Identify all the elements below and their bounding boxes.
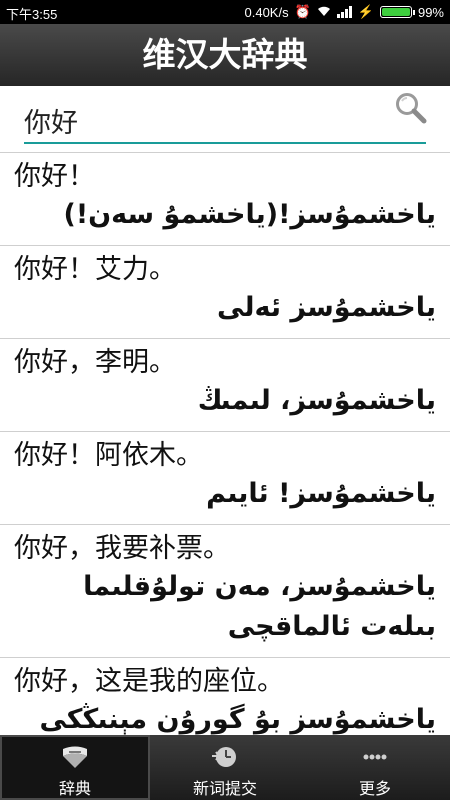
charging-icon: ⚡ xyxy=(357,4,374,19)
app-header: 维汉大辞典 xyxy=(0,24,450,86)
wifi-icon xyxy=(317,5,331,20)
signal-icon xyxy=(336,6,352,18)
status-time: 下午3:55 xyxy=(6,7,58,22)
search-bar xyxy=(0,86,450,152)
list-item[interactable]: 你好！艾力。 ياخشمۇسز ئەلى xyxy=(0,246,450,339)
battery-icon xyxy=(379,6,415,18)
status-bar: 下午3:55 0.40K/s ⏰ ⚡ 99% xyxy=(0,0,450,24)
list-item[interactable]: 你好！ ياخشمۇسز!(ياخشمۇ سەن!) xyxy=(0,153,450,246)
entry-uyghur: ياخشمۇسز ئەلى xyxy=(217,292,436,323)
tab-dictionary[interactable]: 辞典 xyxy=(0,735,150,800)
battery-fill xyxy=(381,8,410,16)
submit-icon xyxy=(210,744,240,774)
tab-label: 辞典 xyxy=(58,779,91,798)
dictionary-icon xyxy=(60,744,90,774)
entry-uyghur: ياخشمۇسز، لىمىڭ xyxy=(197,385,436,416)
entry-uyghur: ياخشمۇسز! ئايىم xyxy=(206,478,436,509)
entry-uyghur: ياخشمۇسز، مەن تولۇقلىما بىلەت ئالماقچى xyxy=(83,571,436,642)
entry-chinese: 你好，这是我的座位。 xyxy=(14,666,284,697)
alarm-icon: ⏰ xyxy=(294,4,311,19)
entry-chinese: 你好！艾力。 xyxy=(14,254,176,285)
entry-chinese: 你好！ xyxy=(14,161,95,192)
battery-percent: 99% xyxy=(417,4,444,20)
list-item[interactable]: 你好，我要补票。 ياخشمۇسز، مەن تولۇقلىما بىلەت ئ… xyxy=(0,525,450,658)
bottom-nav: 辞典 新词提交 更多 xyxy=(0,735,450,800)
page-title: 维汉大辞典 xyxy=(142,35,308,74)
tab-more[interactable]: 更多 xyxy=(300,735,450,800)
search-underline xyxy=(24,142,426,144)
list-item[interactable]: 你好，这是我的座位。 ياخشمۇسز بۇ گورۇن مېنىڭكى xyxy=(0,658,450,736)
network-speed: 0.40K/s xyxy=(244,4,289,20)
entry-chinese: 你好，我要补票。 xyxy=(14,533,230,564)
entry-uyghur: ياخشمۇسز!(ياخشمۇ سەن!) xyxy=(63,199,436,230)
status-indicators: 0.40K/s ⏰ ⚡ 99% xyxy=(245,4,445,20)
entry-uyghur: ياخشمۇسز بۇ گورۇن مېنىڭكى xyxy=(39,704,436,735)
tab-label: 更多 xyxy=(358,779,391,798)
tab-label: 新词提交 xyxy=(192,779,257,798)
list-item[interactable]: 你好，李明。 ياخشمۇسز، لىمىڭ xyxy=(0,339,450,432)
search-input[interactable] xyxy=(24,102,384,138)
more-icon xyxy=(360,744,390,774)
search-icon[interactable] xyxy=(394,91,428,125)
list-item[interactable]: 你好！阿依木。 ياخشمۇسز! ئايىم xyxy=(0,432,450,525)
entry-chinese: 你好！阿依木。 xyxy=(14,440,203,471)
results-list: 你好！ ياخشمۇسز!(ياخشمۇ سەن!) 你好！艾力。 ياخشمۇ… xyxy=(0,152,450,736)
tab-submit-word[interactable]: 新词提交 xyxy=(150,735,300,800)
entry-chinese: 你好，李明。 xyxy=(14,347,176,378)
